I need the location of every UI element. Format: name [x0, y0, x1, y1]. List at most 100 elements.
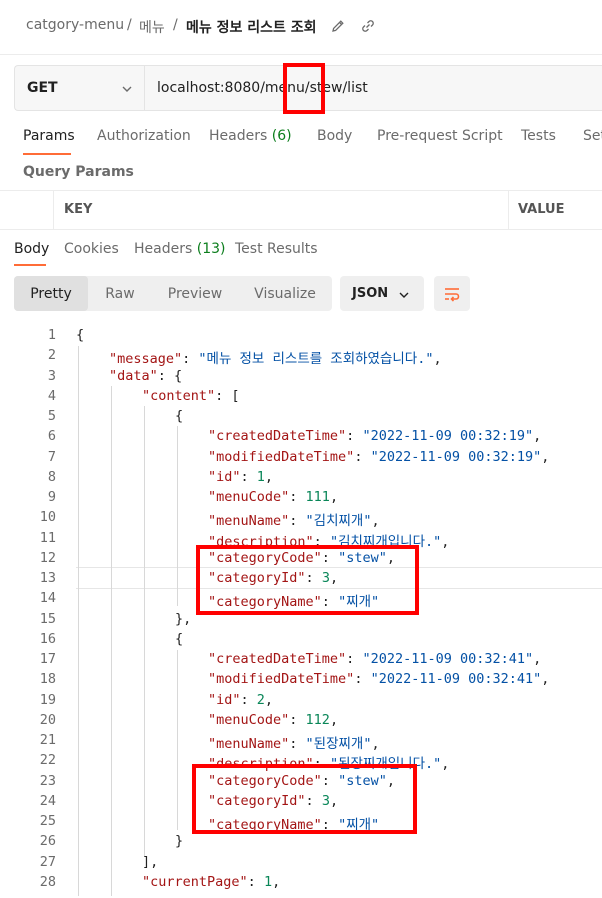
- indent-guide: [177, 650, 178, 830]
- json-punctuation: ,: [441, 756, 450, 773]
- line-number: 2: [47, 347, 56, 364]
- response-tab-body[interactable]: Body: [14, 241, 49, 257]
- line-number: 28: [39, 873, 56, 890]
- json-punctuation: :: [289, 513, 306, 530]
- json-key: "menuName": [208, 513, 290, 530]
- json-key: "content": [142, 387, 216, 404]
- json-punctuation: :: [240, 691, 257, 708]
- line-number: 17: [39, 651, 56, 667]
- code-line: "modifiedDateTime": "2022-11-09 00:32:19…: [208, 449, 549, 465]
- code-line: "id": 2,: [208, 692, 273, 708]
- json-punctuation: :: [346, 428, 363, 445]
- code-line: "menuName": "김치찌개",: [208, 509, 380, 529]
- tab-body[interactable]: Body: [317, 128, 352, 144]
- json-key: "menuName": [208, 736, 290, 752]
- code-line: "createdDateTime": "2022-11-09 00:32:41"…: [208, 651, 541, 667]
- json-punctuation: : [: [215, 387, 240, 404]
- view-preview-button[interactable]: Preview: [152, 276, 238, 311]
- breadcrumb: catgory-menu / 메뉴 / 메뉴 정보 리스트 조회: [0, 0, 602, 55]
- json-key: "createdDateTime": [208, 428, 347, 445]
- json-number: 111: [305, 489, 330, 505]
- indent-guide: [177, 426, 178, 606]
- code-line: "menuName": "된장찌개",: [208, 732, 380, 752]
- tab-authorization[interactable]: Authorization: [97, 128, 191, 144]
- json-punctuation: :: [289, 711, 306, 728]
- json-punctuation: ,: [433, 351, 442, 368]
- edit-icon[interactable]: [330, 18, 346, 34]
- line-number: 15: [39, 610, 56, 627]
- breadcrumb-separator: /: [127, 17, 132, 33]
- line-number: 20: [39, 711, 56, 728]
- json-punctuation: ,: [533, 651, 542, 667]
- line-number: 5: [47, 408, 56, 424]
- json-key: "data": [109, 367, 158, 384]
- json-key: "menuCode": [208, 489, 290, 505]
- chevron-down-icon: [120, 81, 134, 95]
- category-highlight-box: [196, 545, 419, 615]
- json-punctuation: :: [182, 351, 199, 368]
- tab-settings[interactable]: Set: [583, 128, 602, 144]
- view-raw-button[interactable]: Raw: [88, 276, 152, 311]
- format-label: JSON: [352, 286, 389, 301]
- line-number: 7: [47, 448, 56, 465]
- json-punctuation: },: [175, 610, 192, 627]
- json-punctuation: :: [354, 671, 371, 688]
- request-name[interactable]: 메뉴 정보 리스트 조회: [186, 17, 317, 37]
- breadcrumb-folder[interactable]: 메뉴: [139, 17, 165, 37]
- category-highlight-box: [192, 764, 417, 834]
- code-line: "id": 1,: [208, 469, 273, 485]
- json-punctuation: ,: [533, 428, 542, 445]
- json-number: 112: [305, 711, 330, 728]
- json-string: "2022-11-09 00:32:41": [362, 651, 534, 667]
- value-header: VALUE: [518, 202, 565, 217]
- json-number: 2: [256, 691, 265, 708]
- json-key: "id": [208, 691, 241, 708]
- line-number: 26: [39, 833, 56, 850]
- code-line: },: [175, 611, 191, 627]
- json-number: 1: [256, 468, 265, 485]
- breadcrumb-collection[interactable]: catgory-menu: [26, 17, 124, 33]
- line-number: 14: [39, 590, 56, 607]
- json-punctuation: ,: [329, 489, 339, 505]
- key-header: KEY: [64, 202, 93, 217]
- code-line: "createdDateTime": "2022-11-09 00:32:19"…: [208, 428, 541, 444]
- active-tab-indicator: [23, 153, 71, 155]
- code-line: "menuCode": 111,: [208, 489, 338, 505]
- line-number: 27: [39, 853, 56, 870]
- tab-pre-request-script[interactable]: Pre-request Script: [377, 128, 503, 144]
- line-number: 21: [39, 732, 56, 748]
- line-number: 8: [47, 468, 56, 485]
- tab-tests[interactable]: Tests: [521, 128, 556, 144]
- json-punctuation: }: [175, 833, 184, 850]
- method-select[interactable]: GET: [15, 66, 145, 110]
- json-punctuation: {: [175, 408, 184, 424]
- tab-headers-count: (6): [271, 128, 292, 144]
- json-key: "currentPage": [142, 873, 248, 890]
- json-punctuation: ],: [142, 853, 159, 870]
- url-highlight-box: [283, 63, 325, 114]
- response-tab-headers-count: (13): [196, 241, 226, 257]
- code-line: ],: [142, 854, 158, 870]
- method-label: GET: [27, 80, 58, 96]
- json-punctuation: :: [289, 489, 306, 505]
- link-icon[interactable]: [360, 18, 376, 34]
- line-number: 16: [39, 630, 56, 647]
- indent-guide: [111, 386, 112, 896]
- json-punctuation: :: [346, 651, 363, 667]
- line-number: 10: [39, 509, 56, 526]
- indent-guide: [144, 406, 145, 856]
- wrap-lines-button[interactable]: [434, 276, 470, 311]
- response-tab-test-results[interactable]: Test Results: [235, 241, 318, 257]
- query-params-title: Query Params: [23, 164, 134, 180]
- response-tab-cookies[interactable]: Cookies: [64, 241, 119, 257]
- url-input[interactable]: localhost:8080/menu/stew/list: [157, 80, 368, 96]
- json-key: "modifiedDateTime": [208, 448, 355, 465]
- tab-headers[interactable]: Headers (6): [209, 128, 292, 144]
- format-select[interactable]: JSON: [340, 276, 424, 311]
- tab-params[interactable]: Params: [23, 128, 75, 144]
- response-tab-headers[interactable]: Headers (13): [134, 241, 225, 257]
- line-number: 13: [39, 570, 56, 586]
- view-pretty-button[interactable]: Pretty: [14, 276, 88, 311]
- view-visualize-button[interactable]: Visualize: [238, 276, 332, 311]
- code-line: "data": {: [109, 368, 182, 384]
